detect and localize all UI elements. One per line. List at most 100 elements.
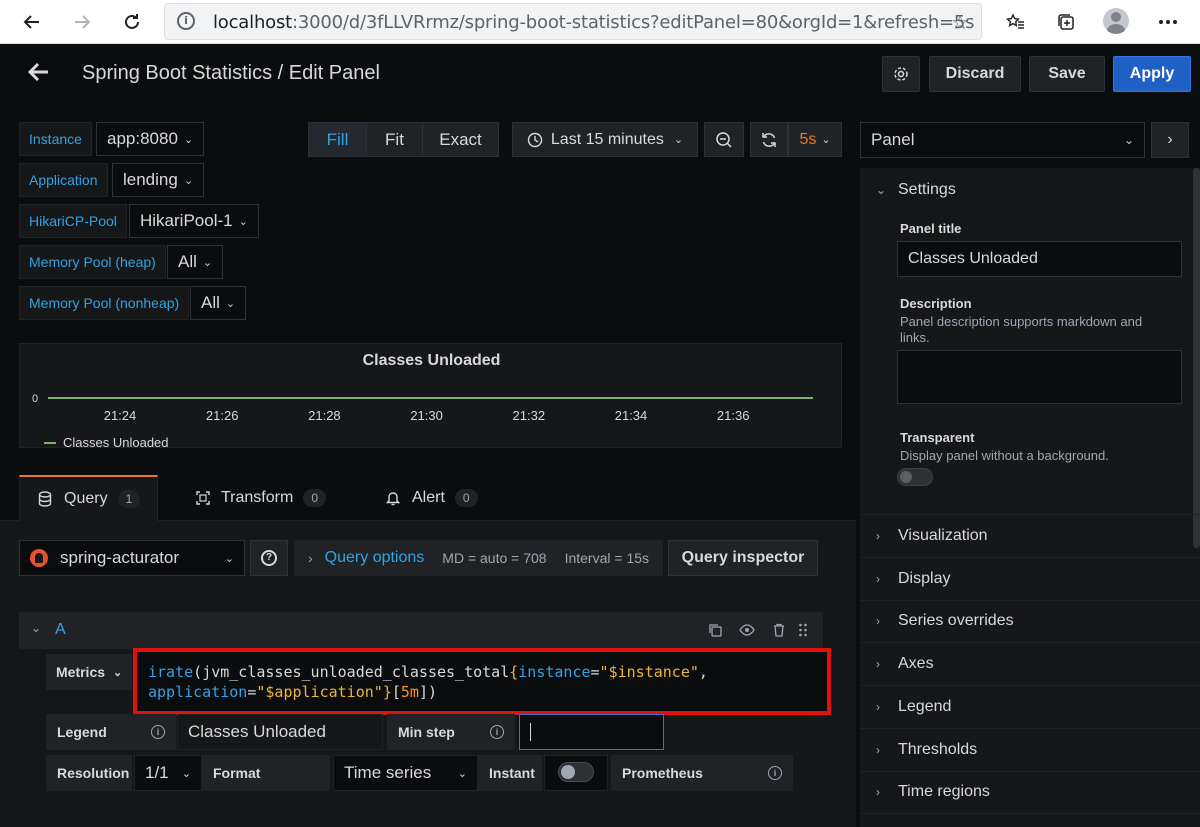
section-axes[interactable]: › Axes bbox=[876, 655, 934, 673]
clock-icon bbox=[527, 132, 543, 147]
dashboard-settings-button[interactable] bbox=[882, 56, 920, 92]
section-thresholds[interactable]: › Thresholds bbox=[876, 741, 977, 759]
apply-button[interactable]: Apply bbox=[1113, 56, 1191, 92]
fill-button[interactable]: Fill bbox=[309, 123, 367, 156]
section-display[interactable]: › Display bbox=[876, 570, 950, 588]
x-tick-label: 21:28 bbox=[308, 408, 341, 423]
exact-button[interactable]: Exact bbox=[423, 123, 498, 156]
bookmark-star-icon[interactable]: ☆ bbox=[951, 10, 969, 35]
gear-icon bbox=[894, 67, 908, 81]
query-options-bar[interactable]: › Query options MD = auto = 708 Interval… bbox=[294, 540, 663, 576]
transparent-switch[interactable] bbox=[897, 468, 933, 486]
info-icon[interactable]: i bbox=[177, 12, 195, 30]
help-button[interactable]: ? bbox=[250, 540, 288, 576]
variable-select-memory-pool-heap[interactable]: All ⌄ bbox=[167, 245, 224, 279]
refresh-icon bbox=[762, 132, 776, 147]
divider bbox=[860, 685, 1200, 686]
datasource-name: spring-acturator bbox=[60, 548, 180, 567]
variable-select-memory-pool-nonheap[interactable]: All ⌄ bbox=[190, 286, 247, 320]
tab-transform[interactable]: Transform 0 bbox=[195, 475, 326, 521]
legend-input[interactable]: Classes Unloaded bbox=[177, 714, 383, 750]
chevron-right-icon: › bbox=[1167, 131, 1173, 148]
zoom-out-button[interactable] bbox=[704, 122, 744, 157]
description-textarea[interactable] bbox=[897, 350, 1182, 404]
time-range-label: Last 15 minutes bbox=[550, 130, 664, 148]
time-range-picker[interactable]: Last 15 minutes ⌄ bbox=[512, 122, 698, 157]
address-bar[interactable]: i localhost:3000/d/3fLLVRrmz/spring-boot… bbox=[164, 3, 982, 40]
section-visualization[interactable]: › Visualization bbox=[876, 527, 988, 545]
panel-preview: Classes Unloaded 0 21:24 21:26 21:28 21:30 2… bbox=[19, 343, 842, 448]
tab-alert[interactable]: Alert 0 bbox=[386, 475, 478, 521]
drag-handle-icon[interactable] bbox=[795, 622, 811, 638]
info-icon[interactable]: i bbox=[768, 766, 782, 780]
chevron-right-icon: › bbox=[876, 657, 880, 671]
info-icon: i bbox=[151, 725, 165, 739]
chevron-right-icon: › bbox=[876, 785, 880, 799]
x-tick-group: 21:24 21:26 21:28 21:30 21:32 21:34 21:36 bbox=[104, 408, 750, 423]
tab-label: Query bbox=[64, 490, 108, 507]
zoom-out-icon bbox=[716, 131, 732, 148]
eye-icon[interactable] bbox=[739, 622, 755, 638]
fit-button[interactable]: Fit bbox=[367, 123, 423, 156]
profile-avatar[interactable] bbox=[1103, 8, 1129, 34]
editor-tabs: Query 1 Transform 0 Alert 0 bbox=[0, 475, 856, 521]
more-options-icon[interactable] bbox=[1154, 8, 1182, 36]
refresh-interval-picker[interactable]: 5s ⌄ bbox=[788, 122, 842, 157]
transform-icon bbox=[196, 491, 210, 505]
save-button[interactable]: Save bbox=[1029, 56, 1105, 92]
database-icon bbox=[38, 491, 52, 507]
chevron-down-icon: ⌄ bbox=[457, 767, 467, 780]
max-datapoints-info: MD = auto = 708 bbox=[442, 550, 547, 566]
metrics-dropdown-button[interactable]: Metrics ⌄ bbox=[46, 654, 132, 690]
prometheus-logo-icon bbox=[30, 549, 48, 567]
options-pane-select[interactable]: Panel ⌄ bbox=[860, 122, 1145, 158]
duplicate-icon[interactable] bbox=[707, 622, 723, 638]
back-arrow-icon[interactable] bbox=[26, 59, 54, 87]
min-step-input[interactable] bbox=[519, 714, 664, 750]
query-options-link[interactable]: Query options bbox=[325, 549, 425, 567]
query-ref-id[interactable]: A bbox=[55, 621, 66, 639]
variable-select-instance[interactable]: app:8080 ⌄ bbox=[96, 122, 205, 156]
section-settings[interactable]: ⌄ Settings bbox=[876, 181, 956, 199]
query-inspector-button[interactable]: Query inspector bbox=[668, 540, 818, 576]
forward-icon[interactable] bbox=[66, 6, 98, 38]
variable-select-application[interactable]: lending ⌄ bbox=[112, 163, 205, 197]
chevron-right-icon: › bbox=[876, 743, 880, 757]
legend-label: Classes Unloaded bbox=[63, 435, 169, 448]
question-icon: ? bbox=[261, 550, 277, 566]
collapse-pane-button[interactable]: › bbox=[1151, 122, 1189, 158]
info-icon: i bbox=[490, 725, 504, 739]
resolution-select[interactable]: 1/1 ⌄ bbox=[134, 755, 202, 791]
discard-button[interactable]: Discard bbox=[929, 56, 1021, 92]
tab-count-badge: 1 bbox=[117, 490, 141, 508]
trash-icon[interactable] bbox=[771, 622, 787, 638]
panel-title-input[interactable]: Classes Unloaded bbox=[897, 241, 1182, 277]
instant-toggle[interactable] bbox=[558, 762, 594, 782]
page-title: Spring Boot Statistics / Edit Panel bbox=[82, 62, 380, 84]
chevron-down-icon: ⌄ bbox=[183, 133, 194, 146]
favorites-icon[interactable] bbox=[1001, 8, 1029, 36]
divider bbox=[860, 557, 1200, 558]
transparent-help: Display panel without a background. bbox=[900, 448, 1109, 463]
format-select[interactable]: Time series ⌄ bbox=[333, 755, 478, 791]
promql-editor[interactable]: irate(jvm_classes_unloaded_classes_total… bbox=[133, 648, 831, 715]
back-icon[interactable] bbox=[16, 6, 48, 38]
chevron-down-icon: ⌄ bbox=[673, 134, 684, 146]
collections-icon[interactable] bbox=[1052, 8, 1080, 36]
prometheus-label: Prometheus i bbox=[611, 755, 793, 791]
chevron-right-icon: › bbox=[308, 550, 313, 566]
chevron-right-icon: › bbox=[876, 529, 880, 543]
tab-query[interactable]: Query 1 bbox=[19, 475, 158, 521]
legend-field-label: Legend i bbox=[46, 714, 176, 750]
options-scrollbar[interactable] bbox=[1193, 168, 1200, 548]
chevron-down-icon: ⌄ bbox=[876, 183, 887, 197]
variable-select-hikaricp-pool[interactable]: HikariPool-1 ⌄ bbox=[129, 204, 259, 238]
refresh-button[interactable] bbox=[750, 122, 788, 157]
section-series-overrides[interactable]: › Series overrides bbox=[876, 612, 1014, 630]
divider bbox=[860, 813, 1200, 814]
reload-icon[interactable] bbox=[116, 6, 148, 38]
collapse-chevron-icon[interactable]: ⌄ bbox=[31, 621, 41, 635]
datasource-select[interactable]: spring-acturator ⌄ bbox=[19, 540, 245, 576]
section-time-regions[interactable]: › Time regions bbox=[876, 783, 990, 801]
section-legend[interactable]: › Legend bbox=[876, 698, 951, 716]
